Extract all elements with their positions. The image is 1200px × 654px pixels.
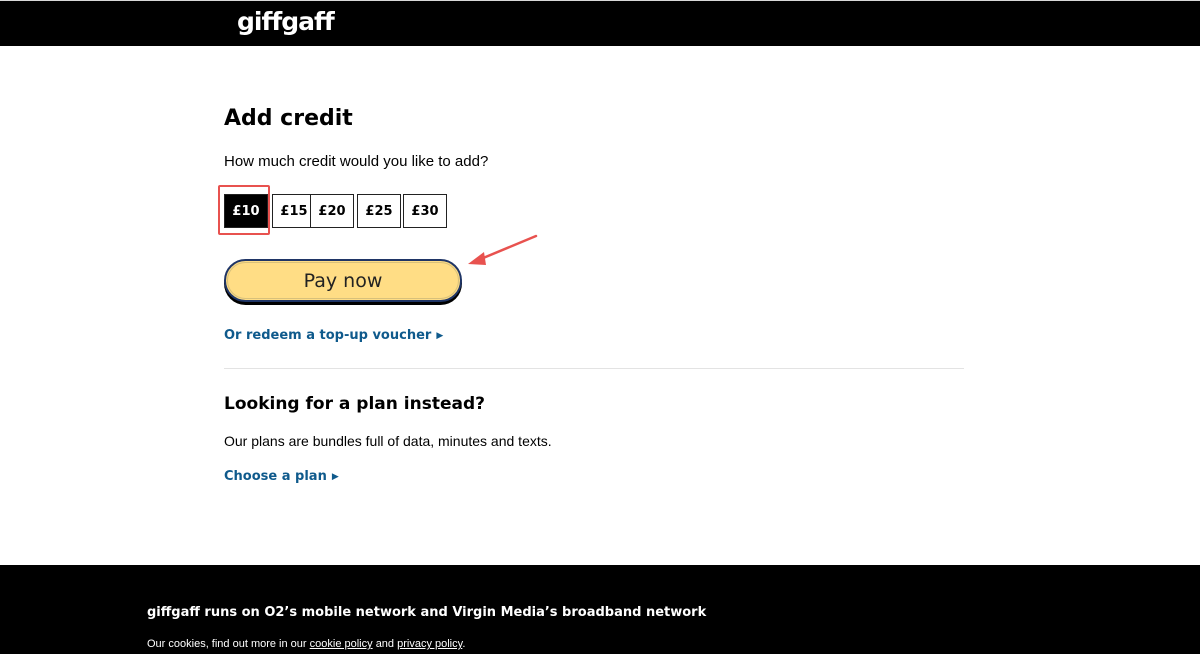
and-text: and xyxy=(375,638,395,650)
cookie-policy-link[interactable]: cookie policy xyxy=(310,638,373,650)
footer-cookies-text: Our cookies, find out more in our cookie… xyxy=(147,638,465,650)
section-divider xyxy=(224,368,964,369)
arrow-icon xyxy=(468,234,538,265)
footer-network-text: giffgaff runs on O2’s mobile network and… xyxy=(147,605,707,620)
redeem-voucher-link[interactable]: Or redeem a top-up voucher ▶ xyxy=(224,328,443,343)
redeem-voucher-label: Or redeem a top-up voucher xyxy=(224,328,432,343)
site-header: giffgaff xyxy=(0,0,1200,46)
choose-plan-label: Choose a plan xyxy=(224,469,327,484)
cookies-prefix: Our cookies, find out more in our xyxy=(147,638,307,650)
credit-question: How much credit would you like to add? xyxy=(224,153,489,170)
selection-highlight-box xyxy=(218,185,270,235)
plan-section-title: Looking for a plan instead? xyxy=(224,394,485,414)
amount-option-20[interactable]: £20 xyxy=(310,194,354,228)
chevron-right-icon: ▶ xyxy=(331,471,339,482)
amount-option-30[interactable]: £30 xyxy=(403,194,447,228)
pay-now-button[interactable]: Pay now xyxy=(224,259,462,302)
amount-option-25[interactable]: £25 xyxy=(357,194,401,228)
plan-description: Our plans are bundles full of data, minu… xyxy=(224,433,552,449)
giffgaff-logo[interactable]: giffgaff xyxy=(237,7,335,36)
site-footer: giffgaff runs on O2’s mobile network and… xyxy=(0,565,1200,654)
page-title: Add credit xyxy=(224,106,353,131)
chevron-right-icon: ▶ xyxy=(436,330,444,341)
period-text: . xyxy=(462,638,466,650)
privacy-policy-link[interactable]: privacy policy xyxy=(397,638,462,650)
choose-plan-link[interactable]: Choose a plan ▶ xyxy=(224,469,339,484)
